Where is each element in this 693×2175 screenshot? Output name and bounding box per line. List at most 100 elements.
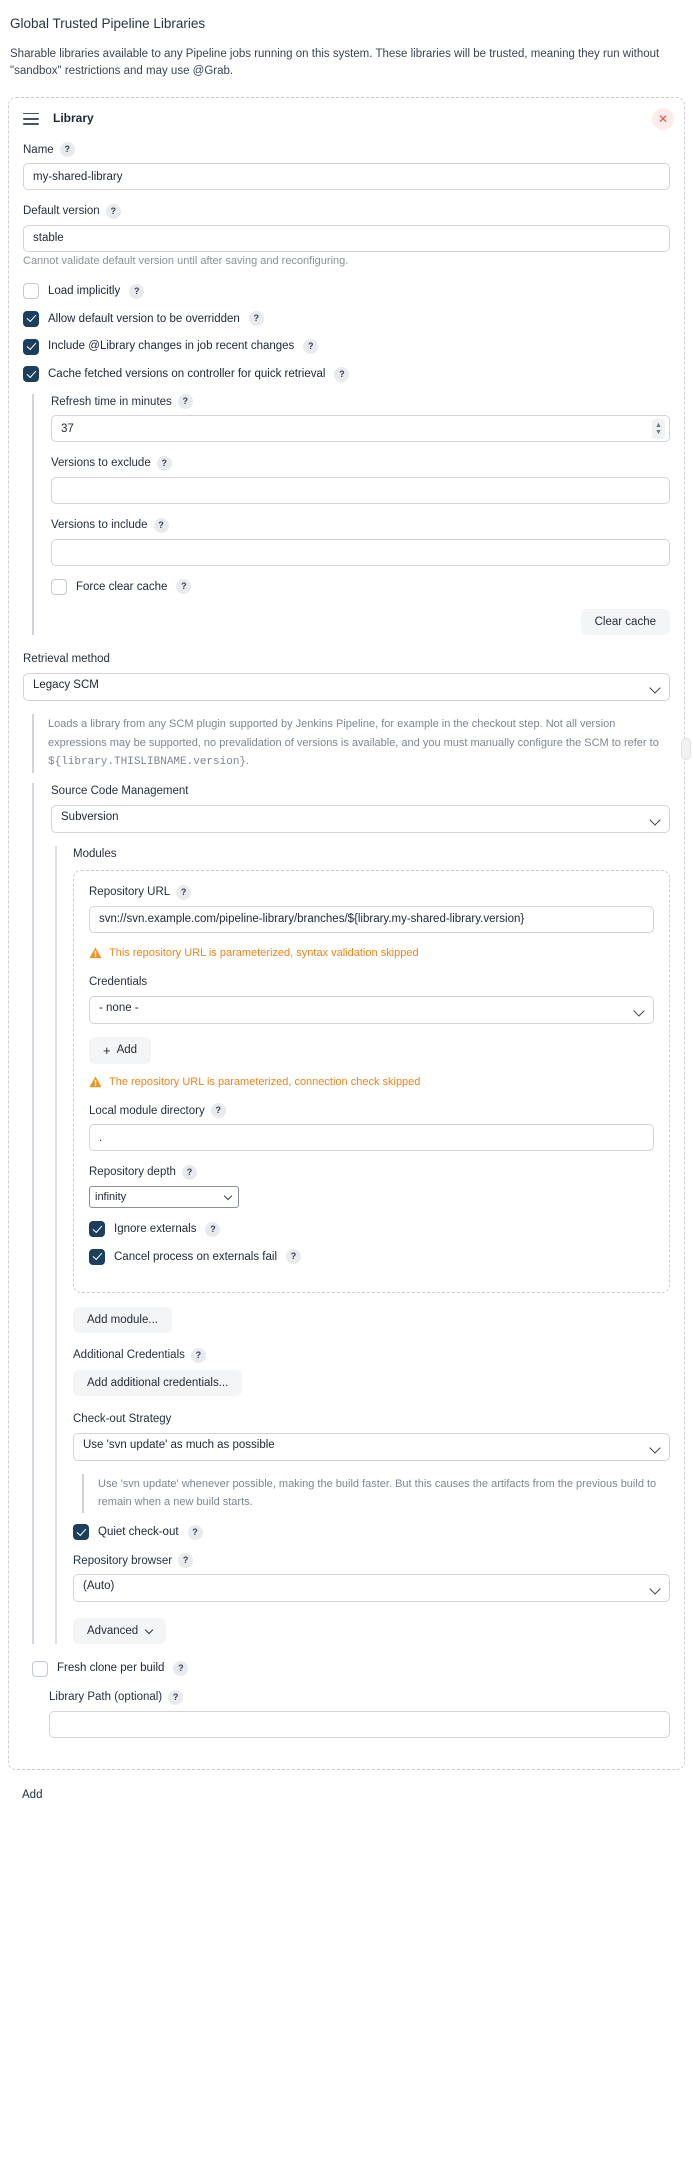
- credentials-select-wrap: - none -: [89, 995, 654, 1024]
- ignore-externals-row[interactable]: Ignore externals ?: [89, 1221, 654, 1238]
- retrieval-method-select[interactable]: Legacy SCM: [23, 672, 670, 701]
- fresh-clone-checkbox[interactable]: [32, 1660, 48, 1677]
- cache-settings-group: Refresh time in minutes ? ▲▼ Versions to…: [32, 393, 670, 636]
- add-module-button[interactable]: Add module...: [73, 1307, 172, 1334]
- help-icon[interactable]: ?: [177, 394, 193, 410]
- help-icon[interactable]: ?: [153, 517, 169, 533]
- chevron-down-icon: [144, 1625, 154, 1635]
- repository-depth-label: Repository depth: [89, 1166, 176, 1179]
- scm-select[interactable]: Subversion: [51, 804, 670, 833]
- help-icon[interactable]: ?: [210, 1103, 226, 1119]
- local-module-directory-input[interactable]: [89, 1124, 654, 1152]
- retrieval-method-select-wrap: Legacy SCM: [23, 672, 670, 701]
- scm-block: Source Code Management Subversion Module…: [32, 782, 670, 1645]
- library-card: Library ✕ Name ? Default version ? Canno…: [8, 97, 691, 1770]
- help-icon[interactable]: ?: [248, 311, 264, 327]
- clear-cache-button[interactable]: Clear cache: [580, 609, 670, 636]
- checkout-strategy-select[interactable]: Use 'svn update' as much as possible: [73, 1432, 670, 1461]
- additional-credentials-label: Additional Credentials: [73, 1349, 185, 1362]
- help-icon[interactable]: ?: [173, 1661, 189, 1677]
- help-icon[interactable]: ?: [187, 1524, 203, 1540]
- quiet-checkout-row[interactable]: Quiet check-out ?: [73, 1524, 670, 1541]
- help-icon[interactable]: ?: [190, 1348, 206, 1364]
- repository-url-label-row: Repository URL ?: [89, 884, 654, 901]
- versions-exclude-input[interactable]: [51, 476, 670, 504]
- allow-override-label: Allow default version to be overridden: [48, 312, 240, 325]
- force-clear-cache-label: Force clear cache: [76, 580, 168, 593]
- refresh-time-label-row: Refresh time in minutes ?: [51, 394, 670, 411]
- retrieval-desc-tail: .: [246, 755, 250, 768]
- global-trusted-pipeline-libraries-page: Global Trusted Pipeline Libraries Sharab…: [0, 0, 693, 1822]
- versions-exclude-label: Versions to exclude: [51, 457, 151, 470]
- name-input[interactable]: [23, 163, 670, 191]
- drag-handle-icon[interactable]: [23, 112, 39, 125]
- add-credentials-button[interactable]: + Add: [89, 1036, 152, 1064]
- help-icon[interactable]: ?: [176, 579, 192, 595]
- force-clear-cache-row[interactable]: Force clear cache ?: [51, 578, 670, 596]
- quiet-checkout-checkbox[interactable]: [73, 1524, 89, 1541]
- credentials-select[interactable]: - none -: [89, 995, 654, 1024]
- repository-browser-select[interactable]: (Auto): [73, 1574, 670, 1603]
- credentials-group: Credentials - none -: [89, 974, 654, 1024]
- library-path-input[interactable]: [49, 1710, 670, 1738]
- scm-label: Source Code Management: [51, 784, 189, 797]
- repository-depth-select-wrap: infinity: [89, 1185, 239, 1208]
- help-icon[interactable]: ?: [129, 283, 145, 299]
- scrollbar-thumb[interactable]: [681, 738, 691, 761]
- default-version-hint: Cannot validate default version until af…: [23, 254, 349, 267]
- help-icon[interactable]: ?: [178, 1553, 194, 1569]
- warning-icon: [89, 1076, 102, 1087]
- quiet-checkout-label: Quiet check-out: [98, 1525, 179, 1538]
- include-changes-row[interactable]: Include @Library changes in job recent c…: [23, 338, 670, 355]
- versions-include-input[interactable]: [51, 538, 670, 566]
- local-module-directory-label: Local module directory: [89, 1104, 205, 1117]
- add-additional-credentials-button[interactable]: Add additional credentials...: [73, 1369, 243, 1396]
- default-version-label-row: Default version ?: [23, 203, 670, 220]
- warning-icon: [89, 947, 102, 959]
- help-icon[interactable]: ?: [176, 885, 192, 901]
- help-icon[interactable]: ?: [303, 339, 319, 355]
- scm-select-wrap: Subversion: [51, 804, 670, 833]
- credentials-add-row: + Add: [89, 1036, 654, 1064]
- ignore-externals-label: Ignore externals: [114, 1222, 197, 1235]
- library-card-title: Library: [53, 111, 94, 126]
- refresh-time-input[interactable]: [51, 415, 670, 443]
- help-icon[interactable]: ?: [156, 456, 172, 472]
- repository-browser-select-wrap: (Auto): [73, 1574, 670, 1603]
- help-icon[interactable]: ?: [181, 1165, 197, 1181]
- help-icon[interactable]: ?: [205, 1221, 221, 1237]
- close-icon[interactable]: ✕: [652, 108, 674, 131]
- repository-depth-select[interactable]: infinity: [89, 1185, 239, 1208]
- default-version-input[interactable]: [23, 224, 670, 252]
- load-implicitly-row[interactable]: Load implicitly ?: [23, 283, 670, 300]
- help-icon[interactable]: ?: [59, 142, 75, 158]
- allow-override-checkbox[interactable]: [23, 310, 39, 327]
- credentials-label: Credentials: [89, 975, 148, 988]
- help-icon[interactable]: ?: [105, 204, 121, 220]
- advanced-label: Advanced: [87, 1625, 139, 1638]
- library-path-group: Library Path (optional) ?: [49, 1689, 670, 1738]
- cache-versions-row[interactable]: Cache fetched versions on controller for…: [23, 366, 670, 383]
- allow-override-row[interactable]: Allow default version to be overridden ?: [23, 310, 670, 328]
- ignore-externals-checkbox[interactable]: [89, 1221, 105, 1238]
- cancel-on-externals-fail-row[interactable]: Cancel process on externals fail ?: [89, 1248, 654, 1266]
- name-field-group: Name ?: [23, 142, 670, 191]
- help-icon[interactable]: ?: [286, 1249, 301, 1265]
- include-changes-label: Include @Library changes in job recent c…: [48, 340, 295, 353]
- repository-url-warning: This repository URL is parameterized, sy…: [89, 946, 654, 962]
- load-implicitly-checkbox[interactable]: [23, 283, 39, 300]
- number-stepper-icon[interactable]: ▲ ▼: [652, 418, 665, 439]
- local-module-directory-label-row: Local module directory ?: [89, 1103, 654, 1120]
- versions-include-field-group: Versions to include ?: [51, 517, 670, 566]
- help-icon[interactable]: ?: [168, 1689, 184, 1705]
- include-changes-checkbox[interactable]: [23, 338, 39, 355]
- add-library-button[interactable]: Add: [12, 1784, 52, 1806]
- fresh-clone-row[interactable]: Fresh clone per build ?: [32, 1660, 670, 1677]
- retrieval-desc-text: Loads a library from any SCM plugin supp…: [48, 717, 659, 749]
- help-icon[interactable]: ?: [334, 366, 350, 382]
- repository-url-input[interactable]: [89, 905, 654, 933]
- cache-versions-checkbox[interactable]: [23, 366, 39, 383]
- cancel-on-externals-fail-checkbox[interactable]: [89, 1248, 105, 1265]
- force-clear-cache-checkbox[interactable]: [51, 578, 67, 595]
- advanced-button[interactable]: Advanced: [73, 1618, 167, 1645]
